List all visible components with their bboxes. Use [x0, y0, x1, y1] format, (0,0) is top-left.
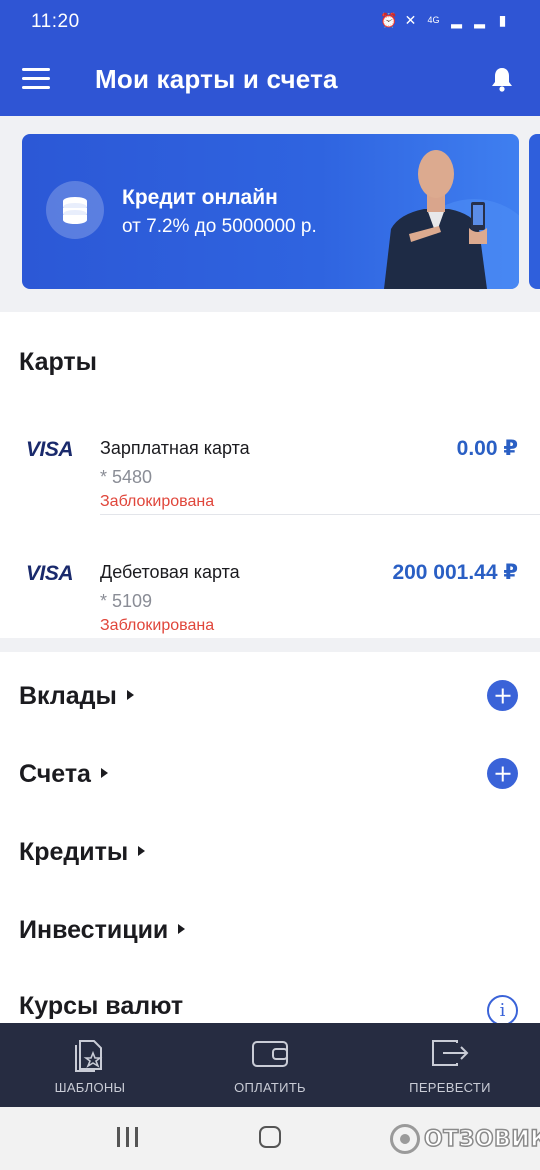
- watermark: ОТЗОВИК: [390, 1123, 540, 1155]
- card-name: Дебетовая карта: [100, 562, 240, 582]
- product-label-credits: Кредиты: [19, 838, 146, 867]
- signal-icon-2: ▂: [474, 12, 485, 28]
- investments-label: Инвестиции: [19, 916, 169, 944]
- accounts-label: Счета: [19, 760, 91, 788]
- visa-logo: VISA: [26, 562, 74, 585]
- add-deposit-button[interactable]: [487, 680, 518, 711]
- card-balance: 0.00 ₽: [456, 437, 518, 460]
- mute-icon: ✕: [404, 12, 417, 28]
- caret-right-icon: [138, 846, 146, 857]
- nav-transfer-label: ПЕРЕВЕСТИ: [409, 1080, 491, 1095]
- system-nav-bar: ОТЗОВИК: [0, 1107, 540, 1170]
- promo-banner[interactable]: Кредит онлайн от 7.2% до 5000000 р.: [22, 134, 519, 289]
- card-number: * 5480: [100, 467, 153, 487]
- signal-icon: ▂: [451, 12, 462, 28]
- divider: [100, 514, 540, 515]
- product-row-deposits[interactable]: Вклады: [0, 660, 540, 738]
- transfer-arrow-icon: [432, 1040, 469, 1066]
- bell-icon[interactable]: [490, 66, 514, 92]
- status-time: 11:20: [31, 11, 80, 32]
- visa-logo: VISA: [26, 438, 74, 461]
- nav-pay-label: ОПЛАТИТЬ: [234, 1080, 306, 1095]
- product-label-deposits: Вклады: [19, 682, 134, 711]
- hamburger-menu-icon[interactable]: [22, 68, 50, 90]
- nav-transfer[interactable]: ПЕРЕВЕСТИ: [360, 1023, 540, 1107]
- credits-label: Кредиты: [19, 838, 129, 866]
- watermark-text: ОТЗОВИК: [423, 1126, 540, 1153]
- card-name: Зарплатная карта: [100, 438, 250, 458]
- promo-subtitle: от 7.2% до 5000000 р.: [122, 216, 317, 237]
- product-row-credits[interactable]: Кредиты: [0, 816, 540, 894]
- status-icons: ⏰ ✕ 4G ▂ ▂ ▮: [380, 12, 510, 28]
- card-row-salary[interactable]: VISA Зарплатная карта * 5480 Заблокирова…: [0, 424, 540, 534]
- wallet-icon: [252, 1041, 288, 1067]
- section-separator: [0, 638, 540, 652]
- alarm-icon: ⏰: [380, 12, 398, 28]
- battery-icon: ▮: [498, 12, 507, 28]
- card-balance: 200 001.44 ₽: [392, 561, 518, 584]
- product-row-investments[interactable]: Инвестиции: [0, 894, 540, 972]
- deposits-label: Вклады: [19, 682, 117, 710]
- app-bar: Мои карты и счета: [0, 44, 540, 116]
- card-status: Заблокирована: [100, 617, 215, 634]
- nav-pay[interactable]: ОПЛАТИТЬ: [180, 1023, 360, 1107]
- product-row-accounts[interactable]: Счета: [0, 738, 540, 816]
- promo-carousel: Кредит онлайн от 7.2% до 5000000 р.: [0, 116, 540, 312]
- promo-person-image: [384, 150, 519, 289]
- page-title: Мои карты и счета: [95, 64, 338, 94]
- card-status: Заблокирована: [100, 493, 215, 510]
- product-label-accounts: Счета: [19, 760, 108, 789]
- exchange-rates-label: Курсы валют: [19, 992, 184, 1020]
- caret-right-icon: [178, 924, 186, 935]
- cards-section: Карты VISA Зарплатная карта * 5480 Забло…: [0, 312, 540, 638]
- add-account-button[interactable]: [487, 758, 518, 789]
- 4g-icon: 4G: [427, 15, 440, 25]
- watermark-logo-icon: [390, 1124, 420, 1154]
- cards-section-title: Карты: [19, 348, 98, 376]
- caret-right-icon: [126, 690, 134, 701]
- caret-right-icon: [100, 768, 108, 779]
- promo-title: Кредит онлайн: [122, 186, 278, 209]
- card-number: * 5109: [100, 591, 153, 611]
- recent-apps-button[interactable]: [117, 1127, 139, 1147]
- product-label-investments: Инвестиции: [19, 916, 186, 945]
- bottom-nav: ШАБЛОНЫ ОПЛАТИТЬ ПЕРЕВЕСТИ: [0, 1023, 540, 1107]
- info-icon[interactable]: i: [487, 995, 518, 1026]
- template-star-icon: [75, 1040, 103, 1072]
- product-label-exchange-rates: Курсы валют: [19, 992, 183, 1021]
- home-button[interactable]: [259, 1126, 281, 1148]
- nav-templates-label: ШАБЛОНЫ: [54, 1080, 126, 1095]
- promo-banner-next[interactable]: [529, 134, 540, 289]
- status-bar: 11:20 ⏰ ✕ 4G ▂ ▂ ▮: [0, 0, 540, 44]
- coins-icon: [46, 181, 104, 239]
- nav-templates[interactable]: ШАБЛОНЫ: [0, 1023, 180, 1107]
